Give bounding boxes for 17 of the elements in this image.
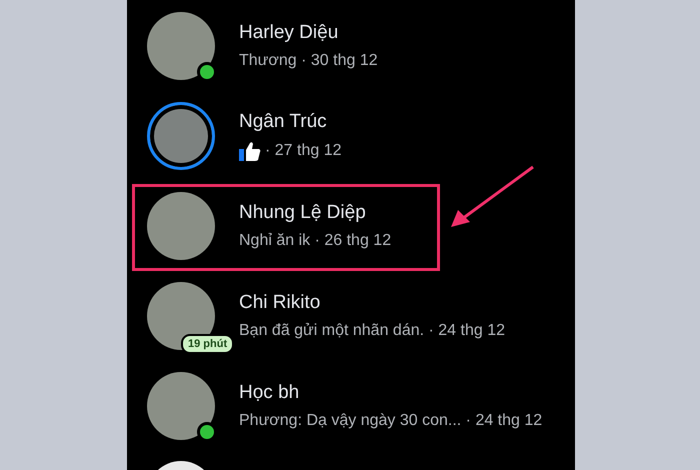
active-time-badge: 19 phút	[181, 334, 234, 354]
message-preview: Nghỉ ăn ik · 26 thg 12	[239, 232, 392, 250]
message-preview: Thương · 30 thg 12	[239, 52, 378, 70]
conversation-item[interactable]: Harley Diệu Thương · 30 thg 12	[127, 1, 575, 91]
message-preview: Phương: Dạ vậy ngày 30 con... · 24 thg 12	[239, 412, 542, 430]
conversation-item[interactable]: Nhung Lệ Diệp Nghỉ ăn ik · 26 thg 12	[127, 181, 575, 271]
contact-name: Chi Rikito	[239, 292, 322, 314]
thumbs-up-icon	[239, 141, 261, 161]
contact-name: Nhung Lệ Diệp	[239, 202, 367, 224]
message-preview: Bạn đã gửi một nhãn dán. · 24 thg 12	[239, 322, 506, 340]
contact-name: Học bh	[239, 382, 300, 404]
conversation-item[interactable]: Học bh Phương: Dạ vậy ngày 30 con... · 24 thg 12	[127, 361, 575, 451]
conversation-item[interactable]: 19 phút Chi Rikito Bạn đã gửi một nhãn dán. · 24 thg 12	[127, 271, 575, 361]
contact-name: Harley Diệu	[239, 22, 340, 44]
contact-name: Ngân Trúc	[239, 111, 328, 133]
message-preview: · 27 thg 12	[265, 142, 342, 160]
conversation-item[interactable]: Ngân Trúc · 27 thg 12	[127, 91, 575, 181]
